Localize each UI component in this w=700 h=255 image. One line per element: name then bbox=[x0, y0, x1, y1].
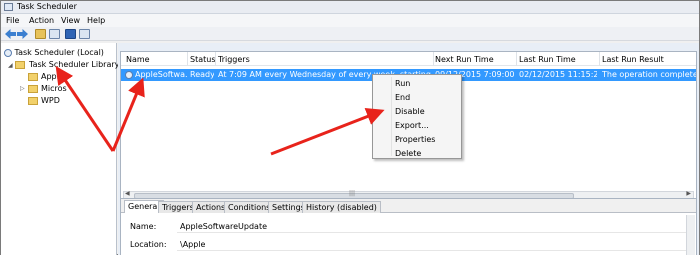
folder-icon bbox=[28, 85, 38, 93]
menu-file[interactable]: File bbox=[6, 16, 19, 25]
name-label: Name: bbox=[130, 222, 157, 231]
task-icon bbox=[125, 71, 133, 79]
collapse-icon[interactable]: ◢ bbox=[8, 62, 13, 69]
tree-item-wpd[interactable]: WPD bbox=[41, 96, 60, 105]
column-divider bbox=[599, 52, 600, 66]
task-scheduler-window: Task Scheduler File Action View Help Tas… bbox=[0, 0, 700, 255]
tree-item-microsoft[interactable]: Micros bbox=[41, 84, 67, 93]
tree-item-library[interactable]: Task Scheduler Library bbox=[29, 60, 119, 69]
folder-icon bbox=[28, 97, 38, 105]
back-icon[interactable] bbox=[5, 29, 16, 39]
window-title: Task Scheduler bbox=[17, 2, 77, 11]
show-hide-console-tree-icon[interactable] bbox=[49, 29, 60, 39]
task-detail-pane: General Triggers Actions Conditions Sett… bbox=[120, 198, 697, 255]
menu-help[interactable]: Help bbox=[87, 16, 105, 25]
detail-tabs: General Triggers Actions Conditions Sett… bbox=[121, 199, 696, 213]
menu-item-properties[interactable]: Properties bbox=[395, 135, 435, 144]
menu-gutter bbox=[391, 77, 392, 156]
grip-icon: ||| bbox=[349, 190, 356, 197]
tree-root-label: Task Scheduler (Local) bbox=[14, 48, 104, 57]
title-bar: Task Scheduler bbox=[1, 1, 699, 14]
column-last-run-time[interactable]: Last Run Time bbox=[519, 55, 576, 64]
tab-history[interactable]: History (disabled) bbox=[302, 201, 381, 213]
name-field[interactable]: AppleSoftwareUpdate bbox=[177, 221, 687, 233]
location-field: \Apple bbox=[177, 239, 687, 251]
menu-item-export[interactable]: Export... bbox=[395, 121, 429, 130]
tree-item-apple[interactable]: Apple bbox=[41, 72, 64, 81]
toolbar bbox=[1, 27, 699, 41]
expand-icon[interactable]: ▷ bbox=[20, 85, 25, 92]
task-name: AppleSoftwa... bbox=[135, 70, 187, 79]
column-status[interactable]: Status bbox=[190, 55, 216, 64]
column-triggers[interactable]: Triggers bbox=[218, 55, 250, 64]
column-name[interactable]: Name bbox=[126, 55, 150, 64]
menu-bar: File Action View Help bbox=[1, 14, 699, 27]
column-next-run-time[interactable]: Next Run Time bbox=[435, 55, 494, 64]
console-tree: Task Scheduler (Local) ◢ Task Scheduler … bbox=[1, 43, 119, 255]
column-last-run-result[interactable]: Last Run Result bbox=[602, 55, 664, 64]
task-last-run: 02/12/2015 11:15:23 AM bbox=[519, 70, 597, 79]
column-divider bbox=[433, 52, 434, 66]
task-list-header: Name Status Triggers Next Run Time Last … bbox=[121, 52, 696, 66]
menu-item-delete[interactable]: Delete bbox=[395, 149, 421, 158]
up-folder-icon[interactable] bbox=[35, 29, 46, 39]
menu-view[interactable]: View bbox=[61, 16, 80, 25]
column-divider bbox=[187, 52, 188, 66]
vertical-scrollbar[interactable] bbox=[686, 215, 695, 255]
tree-root[interactable]: Task Scheduler (Local) bbox=[4, 48, 104, 57]
menu-action[interactable]: Action bbox=[29, 16, 54, 25]
location-label: Location: bbox=[130, 240, 167, 249]
column-divider bbox=[516, 52, 517, 66]
task-scheduler-icon bbox=[4, 3, 13, 11]
folder-icon bbox=[28, 73, 38, 81]
folder-icon bbox=[15, 61, 25, 69]
task-last-result: The operation completed su bbox=[602, 70, 696, 79]
menu-item-end[interactable]: End bbox=[395, 93, 410, 102]
scroll-right-icon[interactable]: ▶ bbox=[686, 190, 691, 197]
clock-icon bbox=[4, 48, 12, 57]
show-hide-action-pane-icon[interactable] bbox=[79, 29, 90, 39]
menu-item-disable[interactable]: Disable bbox=[395, 107, 425, 116]
help-icon[interactable] bbox=[65, 29, 76, 39]
tab-conditions[interactable]: Conditions bbox=[224, 201, 275, 213]
forward-icon[interactable] bbox=[17, 29, 28, 39]
column-divider bbox=[215, 52, 216, 66]
task-status: Ready bbox=[190, 70, 214, 79]
menu-item-run[interactable]: Run bbox=[395, 79, 410, 88]
scroll-left-icon[interactable]: ◀ bbox=[125, 190, 130, 197]
context-menu: Run End Disable Export... Properties Del… bbox=[372, 74, 462, 159]
